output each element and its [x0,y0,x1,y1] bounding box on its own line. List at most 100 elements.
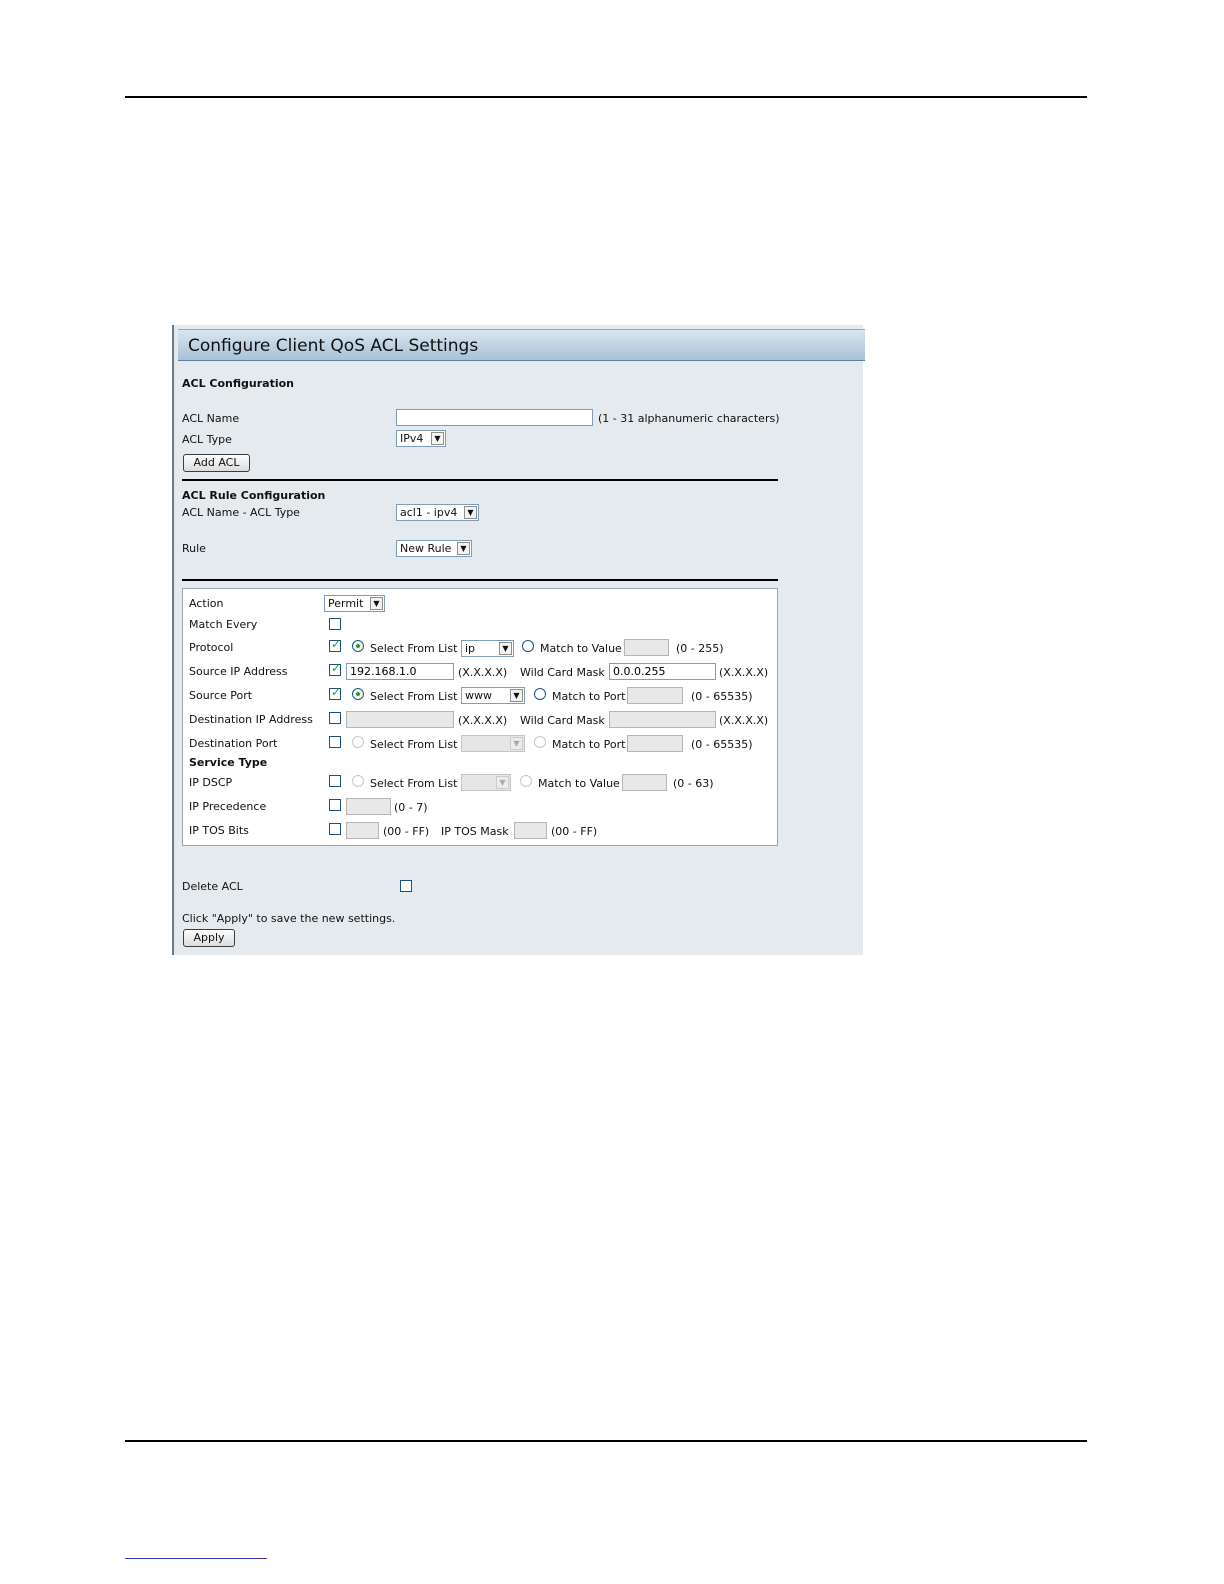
destination-ip-format: (X.X.X.X) [458,714,508,727]
action-select[interactable]: Permit ▼ [324,595,385,612]
source-port-match-to-port-label: Match to Port [552,690,626,703]
source-port-list-select[interactable]: www ▼ [461,687,525,704]
delete-acl-label: Delete ACL [182,880,243,893]
ip-precedence-range: (0 - 7) [394,801,428,814]
destination-port-value-input[interactable] [627,735,683,752]
source-port-match-to-port-radio[interactable] [534,688,546,700]
protocol-select-from-list-radio[interactable] [352,640,364,652]
checkmark-icon: ✓ [331,685,342,699]
chevron-down-icon: ▼ [496,776,509,789]
ip-dscp-value-input[interactable] [622,774,667,791]
apply-hint: Click "Apply" to save the new settings. [182,912,396,925]
protocol-checkbox[interactable]: ✓ [329,637,342,652]
page-top-rule [125,96,1087,98]
destination-port-select-from-list-label: Select From List [370,738,458,751]
rule-value: New Rule [400,542,452,555]
acl-name-label: ACL Name [182,412,240,425]
source-mask-format: (X.X.X.X) [719,666,769,679]
destination-mask-format: (X.X.X.X) [719,714,769,727]
protocol-list-select[interactable]: ip ▼ [461,640,514,657]
section-divider [182,579,778,581]
action-value: Permit [328,597,364,610]
ip-tos-mask-input[interactable] [514,822,547,839]
destination-ip-input[interactable] [346,711,454,728]
ip-tos-bits-checkbox[interactable] [329,823,341,835]
protocol-range: (0 - 255) [676,642,724,655]
ip-precedence-checkbox[interactable] [329,799,341,811]
acl-name-hint: (1 - 31 alphanumeric characters) [598,412,780,425]
destination-ip-label: Destination IP Address [189,713,313,726]
protocol-list-value: ip [465,642,476,655]
destination-port-select-from-list-radio[interactable] [352,736,364,748]
source-port-list-value: www [465,689,492,702]
ip-tos-bits-range: (00 - FF) [383,825,430,838]
source-ip-format: (X.X.X.X) [458,666,508,679]
chevron-down-icon: ▼ [457,542,470,555]
destination-port-match-to-port-radio[interactable] [534,736,546,748]
chevron-down-icon: ▼ [464,506,477,519]
configure-client-qos-acl-panel: Configure Client QoS ACL Settings ACL Co… [172,325,865,955]
destination-ip-checkbox[interactable] [329,712,341,724]
chevron-down-icon: ▼ [510,737,523,750]
page-bottom-rule [125,1440,1087,1442]
chevron-down-icon: ▼ [431,432,444,445]
acl-name-type-select[interactable]: acl1 - ipv4 ▼ [396,504,479,521]
source-wild-card-mask-input[interactable] [609,663,716,680]
acl-name-type-label: ACL Name - ACL Type [182,506,300,519]
source-port-select-from-list-radio[interactable] [352,688,364,700]
ip-tos-mask-label: IP TOS Mask [441,825,509,838]
protocol-label: Protocol [189,641,234,654]
destination-port-range: (0 - 65535) [691,738,753,751]
chevron-down-icon: ▼ [370,597,383,610]
acl-rule-configuration-heading: ACL Rule Configuration [182,489,326,502]
checkmark-icon: ✓ [331,661,342,675]
source-wild-card-mask-label: Wild Card Mask [520,666,605,679]
rule-details-box: Action Permit ▼ Match Every Protocol ✓ S… [182,588,778,846]
checkmark-icon: ✓ [331,637,342,651]
ip-dscp-checkbox[interactable] [329,775,341,787]
acl-type-label: ACL Type [182,433,232,446]
source-port-value-input[interactable] [627,687,683,704]
chevron-down-icon: ▼ [510,689,523,702]
service-type-heading: Service Type [189,756,268,769]
protocol-value-input[interactable] [624,639,669,656]
ip-tos-mask-range: (00 - FF) [551,825,598,838]
source-port-label: Source Port [189,689,253,702]
acl-name-type-value: acl1 - ipv4 [400,506,458,519]
action-label: Action [189,597,224,610]
acl-name-input[interactable] [396,409,593,426]
add-acl-button[interactable]: Add ACL [183,454,250,472]
source-port-select-from-list-label: Select From List [370,690,458,703]
ip-dscp-label: IP DSCP [189,776,233,789]
panel-header: Configure Client QoS ACL Settings [178,329,865,361]
destination-port-label: Destination Port [189,737,278,750]
ip-precedence-input[interactable] [346,798,391,815]
destination-wild-card-mask-label: Wild Card Mask [520,714,605,727]
ip-dscp-list-select[interactable]: ▼ [461,774,511,791]
apply-button[interactable]: Apply [183,929,235,947]
destination-port-checkbox[interactable] [329,736,341,748]
ip-tos-bits-input[interactable] [346,822,379,839]
destination-port-list-select[interactable]: ▼ [461,735,525,752]
rule-label: Rule [182,542,206,555]
ip-precedence-label: IP Precedence [189,800,267,813]
acl-type-select[interactable]: IPv4 ▼ [396,430,446,447]
ip-dscp-match-to-value-label: Match to Value [538,777,620,790]
ip-dscp-select-from-list-radio[interactable] [352,775,364,787]
ip-tos-bits-label: IP TOS Bits [189,824,249,837]
destination-port-match-to-port-label: Match to Port [552,738,626,751]
delete-acl-checkbox[interactable] [400,880,412,892]
source-port-checkbox[interactable]: ✓ [329,685,342,700]
protocol-match-to-value-radio[interactable] [522,640,534,652]
acl-type-value: IPv4 [400,432,424,445]
destination-wild-card-mask-input[interactable] [609,711,716,728]
source-ip-input[interactable] [346,663,454,680]
ip-dscp-match-to-value-radio[interactable] [520,775,532,787]
ip-dscp-range: (0 - 63) [673,777,714,790]
acl-configuration-heading: ACL Configuration [182,377,295,390]
protocol-match-to-value-label: Match to Value [540,642,622,655]
match-every-checkbox[interactable] [329,618,341,630]
rule-select[interactable]: New Rule ▼ [396,540,472,557]
protocol-select-from-list-label: Select From List [370,642,458,655]
source-ip-checkbox[interactable]: ✓ [329,661,342,676]
